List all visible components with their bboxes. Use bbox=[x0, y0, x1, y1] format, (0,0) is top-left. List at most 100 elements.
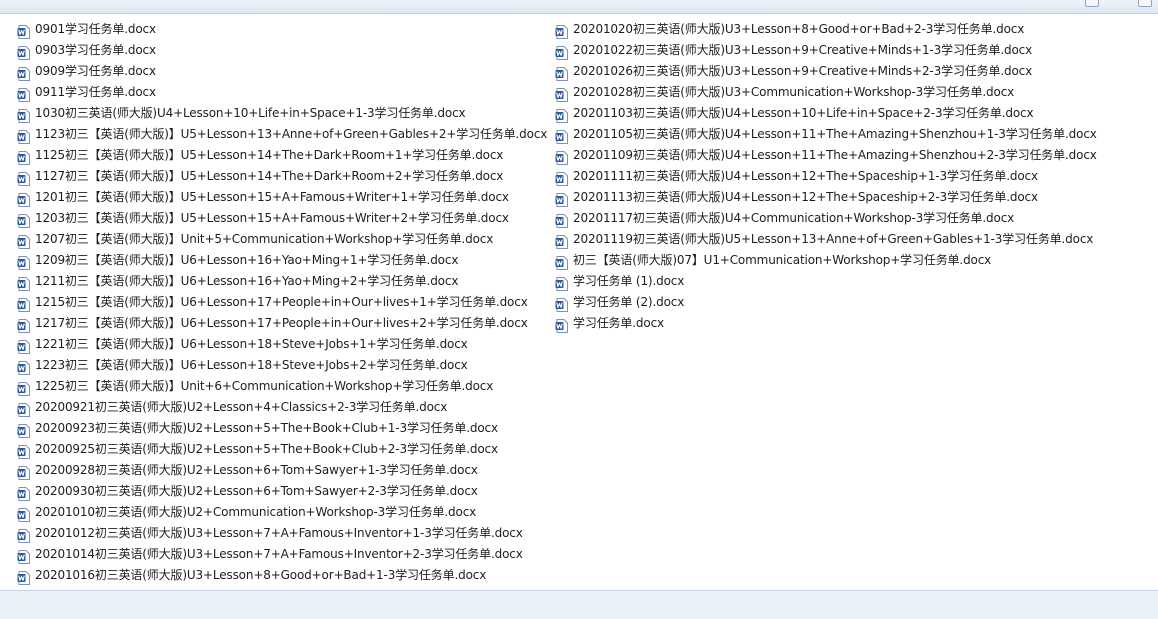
file-name: 学习任务单 (1).docx bbox=[573, 274, 685, 288]
file-column-left: 0901学习任务单.docx 0903学习任务单.docx 0909学习任务单.do… bbox=[17, 19, 547, 586]
word-document-icon bbox=[17, 107, 30, 123]
window-top-bar bbox=[0, 0, 1158, 14]
file-name: 1207初三【英语(师大版)】Unit+5+Communication+Work… bbox=[35, 232, 494, 246]
file-name: 20200923初三英语(师大版)U2+Lesson+5+The+Book+Cl… bbox=[35, 421, 498, 435]
word-document-icon bbox=[17, 380, 30, 396]
file-name: 20200925初三英语(师大版)U2+Lesson+5+The+Book+Cl… bbox=[35, 442, 498, 456]
word-document-icon bbox=[17, 485, 30, 501]
word-document-icon bbox=[17, 254, 30, 270]
file-item[interactable]: 20200925初三英语(师大版)U2+Lesson+5+The+Book+Cl… bbox=[17, 439, 547, 460]
preview-pane-icon[interactable] bbox=[1138, 0, 1152, 7]
file-item[interactable]: 0911学习任务单.docx bbox=[17, 82, 547, 103]
file-name: 1211初三【英语(师大版)】U6+Lesson+16+Yao+Ming+2+学… bbox=[35, 274, 459, 288]
file-item[interactable]: 1201初三【英语(师大版)】U5+Lesson+15+A+Famous+Wri… bbox=[17, 187, 547, 208]
file-item[interactable]: 20201016初三英语(师大版)U3+Lesson+8+Good+or+Bad… bbox=[17, 565, 547, 586]
file-item[interactable]: 20201012初三英语(师大版)U3+Lesson+7+A+Famous+In… bbox=[17, 523, 547, 544]
word-document-icon bbox=[555, 65, 568, 81]
file-item[interactable]: 学习任务单 (1).docx bbox=[555, 271, 1097, 292]
file-item[interactable]: 1207初三【英语(师大版)】Unit+5+Communication+Work… bbox=[17, 229, 547, 250]
file-item[interactable]: 1225初三【英语(师大版)】Unit+6+Communication+Work… bbox=[17, 376, 547, 397]
file-item[interactable]: 20201014初三英语(师大版)U3+Lesson+7+A+Famous+In… bbox=[17, 544, 547, 565]
file-name: 1221初三【英语(师大版)】U6+Lesson+18+Steve+Jobs+1… bbox=[35, 337, 468, 351]
word-document-icon bbox=[17, 569, 30, 585]
file-item[interactable]: 1203初三【英语(师大版)】U5+Lesson+15+A+Famous+Wri… bbox=[17, 208, 547, 229]
word-document-icon bbox=[17, 86, 30, 102]
view-options-icon[interactable] bbox=[1085, 0, 1099, 7]
word-document-icon bbox=[17, 527, 30, 543]
file-item[interactable]: 20201010初三英语(师大版)U2+Communication+Worksh… bbox=[17, 502, 547, 523]
file-item[interactable]: 20200923初三英语(师大版)U2+Lesson+5+The+Book+Cl… bbox=[17, 418, 547, 439]
file-item[interactable]: 1215初三【英语(师大版)】U6+Lesson+17+People+in+Ou… bbox=[17, 292, 547, 313]
file-item[interactable]: 20201109初三英语(师大版)U4+Lesson+11+The+Amazin… bbox=[555, 145, 1097, 166]
file-name: 20201026初三英语(师大版)U3+Lesson+9+Creative+Mi… bbox=[573, 64, 1033, 78]
file-item[interactable]: 初三【英语(师大版)07】U1+Communication+Workshop+学… bbox=[555, 250, 1097, 271]
file-item[interactable]: 1211初三【英语(师大版)】U6+Lesson+16+Yao+Ming+2+学… bbox=[17, 271, 547, 292]
file-item[interactable]: 20201119初三英语(师大版)U5+Lesson+13+Anne+of+Gr… bbox=[555, 229, 1097, 250]
file-item[interactable]: 1209初三【英语(师大版)】U6+Lesson+16+Yao+Ming+1+学… bbox=[17, 250, 547, 271]
word-document-icon bbox=[17, 359, 30, 375]
file-name: 1127初三【英语(师大版)】U5+Lesson+14+The+Dark+Roo… bbox=[35, 169, 504, 183]
file-name: 0901学习任务单.docx bbox=[35, 22, 156, 36]
file-item[interactable]: 20201105初三英语(师大版)U4+Lesson+11+The+Amazin… bbox=[555, 124, 1097, 145]
file-item[interactable]: 1221初三【英语(师大版)】U6+Lesson+18+Steve+Jobs+1… bbox=[17, 334, 547, 355]
file-name: 20201111初三英语(师大版)U4+Lesson+12+The+Spaces… bbox=[573, 169, 1038, 183]
word-document-icon bbox=[555, 212, 568, 228]
word-document-icon bbox=[555, 149, 568, 165]
file-item[interactable]: 20201117初三英语(师大版)U4+Communication+Worksh… bbox=[555, 208, 1097, 229]
file-item[interactable]: 学习任务单.docx bbox=[555, 313, 1097, 334]
file-item[interactable]: 20201111初三英语(师大版)U4+Lesson+12+The+Spaces… bbox=[555, 166, 1097, 187]
file-item[interactable]: 1127初三【英语(师大版)】U5+Lesson+14+The+Dark+Roo… bbox=[17, 166, 547, 187]
word-document-icon bbox=[555, 275, 568, 291]
file-name: 0909学习任务单.docx bbox=[35, 64, 156, 78]
file-name: 1201初三【英语(师大版)】U5+Lesson+15+A+Famous+Wri… bbox=[35, 190, 509, 204]
word-document-icon bbox=[17, 65, 30, 81]
word-document-icon bbox=[17, 443, 30, 459]
file-item[interactable]: 1030初三英语(师大版)U4+Lesson+10+Life+in+Space+… bbox=[17, 103, 547, 124]
file-name: 20201020初三英语(师大版)U3+Lesson+8+Good+or+Bad… bbox=[573, 22, 1025, 36]
file-name: 1217初三【英语(师大版)】U6+Lesson+17+People+in+Ou… bbox=[35, 316, 528, 330]
file-name: 1125初三【英语(师大版)】U5+Lesson+14+The+Dark+Roo… bbox=[35, 148, 504, 162]
file-item[interactable]: 0909学习任务单.docx bbox=[17, 61, 547, 82]
word-document-icon bbox=[555, 233, 568, 249]
file-item[interactable]: 20200930初三英语(师大版)U2+Lesson+6+Tom+Sawyer+… bbox=[17, 481, 547, 502]
file-item[interactable]: 0903学习任务单.docx bbox=[17, 40, 547, 61]
file-name: 20201012初三英语(师大版)U3+Lesson+7+A+Famous+In… bbox=[35, 526, 523, 540]
word-document-icon bbox=[17, 317, 30, 333]
file-item[interactable]: 20201026初三英语(师大版)U3+Lesson+9+Creative+Mi… bbox=[555, 61, 1097, 82]
file-item[interactable]: 20201103初三英语(师大版)U4+Lesson+10+Life+in+Sp… bbox=[555, 103, 1097, 124]
file-item[interactable]: 20201113初三英语(师大版)U4+Lesson+12+The+Spaces… bbox=[555, 187, 1097, 208]
file-item[interactable]: 20201020初三英语(师大版)U3+Lesson+8+Good+or+Bad… bbox=[555, 19, 1097, 40]
file-name: 20201014初三英语(师大版)U3+Lesson+7+A+Famous+In… bbox=[35, 547, 523, 561]
file-item[interactable]: 学习任务单 (2).docx bbox=[555, 292, 1097, 313]
file-item[interactable]: 20200921初三英语(师大版)U2+Lesson+4+Classics+2-… bbox=[17, 397, 547, 418]
file-item[interactable]: 1223初三【英语(师大版)】U6+Lesson+18+Steve+Jobs+2… bbox=[17, 355, 547, 376]
file-name: 20201117初三英语(师大版)U4+Communication+Worksh… bbox=[573, 211, 1015, 225]
status-bar bbox=[0, 590, 1158, 619]
file-item[interactable]: 20201022初三英语(师大版)U3+Lesson+9+Creative+Mi… bbox=[555, 40, 1097, 61]
file-name: 20201010初三英语(师大版)U2+Communication+Worksh… bbox=[35, 505, 477, 519]
word-document-icon bbox=[17, 296, 30, 312]
file-item[interactable]: 1123初三【英语(师大版)】U5+Lesson+13+Anne+of+Gree… bbox=[17, 124, 547, 145]
file-name: 1215初三【英语(师大版)】U6+Lesson+17+People+in+Ou… bbox=[35, 295, 528, 309]
word-document-icon bbox=[17, 548, 30, 564]
file-name: 20201109初三英语(师大版)U4+Lesson+11+The+Amazin… bbox=[573, 148, 1097, 162]
file-name: 20200921初三英语(师大版)U2+Lesson+4+Classics+2-… bbox=[35, 400, 448, 414]
word-document-icon bbox=[555, 86, 568, 102]
word-document-icon bbox=[17, 128, 30, 144]
word-document-icon bbox=[17, 233, 30, 249]
file-item[interactable]: 20201028初三英语(师大版)U3+Communication+Worksh… bbox=[555, 82, 1097, 103]
file-name: 20201113初三英语(师大版)U4+Lesson+12+The+Spaces… bbox=[573, 190, 1038, 204]
file-name: 0911学习任务单.docx bbox=[35, 85, 156, 99]
word-document-icon bbox=[17, 191, 30, 207]
file-name: 0903学习任务单.docx bbox=[35, 43, 156, 57]
file-item[interactable]: 1217初三【英语(师大版)】U6+Lesson+17+People+in+Ou… bbox=[17, 313, 547, 334]
word-document-icon bbox=[17, 212, 30, 228]
file-name: 1123初三【英语(师大版)】U5+Lesson+13+Anne+of+Gree… bbox=[35, 127, 548, 141]
file-item[interactable]: 20200928初三英语(师大版)U2+Lesson+6+Tom+Sawyer+… bbox=[17, 460, 547, 481]
word-document-icon bbox=[17, 275, 30, 291]
file-item[interactable]: 0901学习任务单.docx bbox=[17, 19, 547, 40]
word-document-icon bbox=[555, 107, 568, 123]
file-list: 0901学习任务单.docx 0903学习任务单.docx 0909学习任务单.do… bbox=[0, 14, 1158, 590]
file-item[interactable]: 1125初三【英语(师大版)】U5+Lesson+14+The+Dark+Roo… bbox=[17, 145, 547, 166]
word-document-icon bbox=[17, 44, 30, 60]
